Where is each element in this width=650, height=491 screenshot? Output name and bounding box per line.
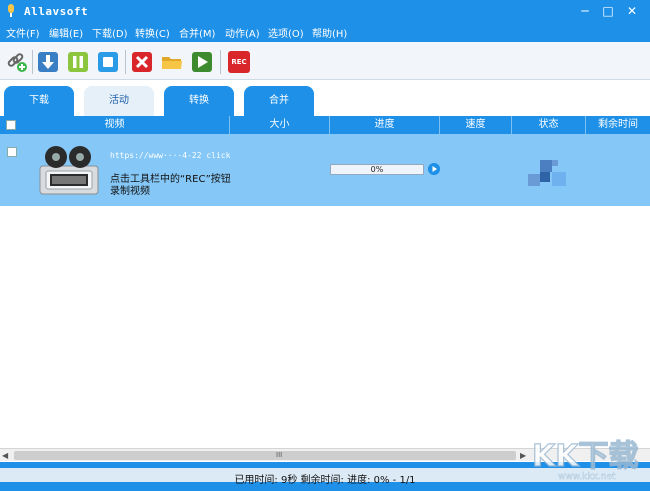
- rec-hint-line2: 录制视频: [110, 186, 150, 197]
- title-bar: Allavsoft ─ □ ✕: [0, 0, 650, 22]
- menu-help[interactable]: 帮助(H): [312, 25, 347, 40]
- menu-convert[interactable]: 转换(C): [135, 25, 170, 40]
- watermark-image: KK下载 www.kkx.net: [531, 438, 639, 482]
- svg-text:KK下载: KK下载: [532, 439, 639, 474]
- menu-options[interactable]: 选项(O): [268, 25, 304, 40]
- scrollbar-thumb[interactable]: III: [14, 451, 516, 460]
- tab-active[interactable]: 活动: [84, 86, 154, 116]
- column-remaining-time[interactable]: 剩余时间: [586, 116, 650, 134]
- play-icon[interactable]: [191, 51, 213, 73]
- toolbar: REC: [0, 42, 650, 80]
- progress-text: 0%: [370, 165, 384, 174]
- tab-strip: 下载 活动 转换 合并: [0, 80, 650, 116]
- svg-text:www.kkx.net: www.kkx.net: [558, 472, 616, 482]
- column-speed[interactable]: 速度: [440, 116, 512, 134]
- menu-download[interactable]: 下载(D): [92, 25, 128, 40]
- minimize-button[interactable]: ─: [575, 3, 595, 19]
- rec-label: REC: [231, 58, 247, 66]
- column-video[interactable]: 视频: [0, 116, 230, 134]
- app-logo-icon: [8, 4, 14, 17]
- table-header: 视频 大小 进度 速度 状态 剩余时间: [0, 116, 650, 134]
- stop-icon[interactable]: [97, 51, 119, 73]
- table-row[interactable]: https://www···-4-22 click 点击工具栏中的“REC”按钮…: [0, 134, 650, 206]
- toolbar-separator: [32, 50, 33, 74]
- rec-icon[interactable]: REC: [228, 51, 250, 73]
- video-url: https://www···-4-22 click: [110, 151, 231, 160]
- download-icon[interactable]: [37, 51, 59, 73]
- maximize-button[interactable]: □: [598, 3, 618, 19]
- column-status[interactable]: 状态: [512, 116, 586, 134]
- menu-action[interactable]: 动作(A): [225, 25, 260, 40]
- toolbar-separator: [220, 50, 221, 74]
- tab-download[interactable]: 下载: [4, 86, 74, 116]
- link-icon[interactable]: [6, 51, 28, 73]
- row-checkbox[interactable]: [7, 147, 17, 157]
- folder-icon[interactable]: [161, 51, 183, 73]
- delete-icon[interactable]: [131, 51, 153, 73]
- tab-merge[interactable]: 合并: [244, 86, 314, 116]
- menu-edit[interactable]: 编辑(E): [49, 25, 83, 40]
- toolbar-separator: [125, 50, 126, 74]
- pause-icon[interactable]: [67, 51, 89, 73]
- watermark-logo: KK下载 www.kkx.net: [528, 432, 646, 482]
- menu-merge[interactable]: 合并(M): [179, 25, 215, 40]
- scroll-left-icon[interactable]: ◀: [2, 451, 11, 460]
- menu-bar: 文件(F) 编辑(E) 下载(D) 转换(C) 合并(M) 动作(A) 选项(O…: [0, 22, 650, 42]
- tab-convert[interactable]: 转换: [164, 86, 234, 116]
- menu-file[interactable]: 文件(F): [6, 25, 40, 40]
- status-mosaic-icon: [528, 160, 566, 186]
- scrollbar-grip: III: [276, 451, 283, 459]
- progress-bar: 0%: [330, 164, 424, 175]
- close-button[interactable]: ✕: [622, 3, 642, 19]
- column-progress[interactable]: 进度: [330, 116, 440, 134]
- recorder-icon: [39, 146, 99, 195]
- column-size[interactable]: 大小: [230, 116, 330, 134]
- play-circle-icon[interactable]: [428, 163, 440, 175]
- app-title: Allavsoft: [24, 5, 89, 18]
